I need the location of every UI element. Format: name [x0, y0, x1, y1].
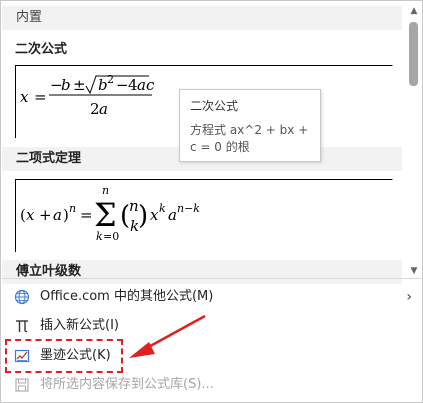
save-gallery-icon [15, 378, 29, 392]
scroll-down-arrow-icon[interactable]: ▼ [406, 264, 422, 278]
formula-title-quadratic: 二次公式 [15, 42, 68, 57]
svg-text:a: a [53, 206, 62, 224]
svg-text:Σ: Σ [94, 196, 117, 234]
svg-text:2: 2 [107, 73, 114, 86]
svg-text:=: = [80, 206, 93, 224]
svg-text:a: a [168, 206, 177, 224]
svg-text:±: ± [73, 76, 86, 94]
svg-text:−: − [116, 76, 129, 94]
svg-text:k: k [96, 230, 103, 243]
svg-text:): ) [63, 206, 69, 224]
scroll-thumb[interactable] [409, 22, 418, 86]
equation-gallery-dropdown: 内置 二次公式 x = − b ± b 2 − 4 ac 2 a 二项式定理 (… [0, 0, 423, 403]
globe-icon [14, 289, 30, 305]
svg-text:b: b [61, 76, 71, 94]
menu-divider [2, 278, 422, 279]
builtin-section-header: 内置 [2, 6, 402, 30]
save-selection-to-gallery: 将所选内容保存到公式库(S)... [2, 370, 422, 400]
svg-text:n: n [69, 202, 76, 215]
tooltip-line-2: c = 0 的根 [190, 140, 250, 154]
svg-text:k: k [159, 202, 166, 215]
svg-text:x: x [26, 206, 35, 224]
insert-new-equation[interactable]: 插入新公式(I) [2, 311, 422, 341]
svg-text:=: = [34, 88, 47, 106]
formula-binomial[interactable]: ( x + a ) n = Σ n k =0 ( n k ) x k a n−k [15, 179, 393, 252]
scroll-up-arrow-icon[interactable]: ▲ [406, 4, 422, 18]
chevron-right-icon: › [406, 289, 412, 305]
tooltip-title: 二次公式 [190, 99, 239, 113]
svg-text:): ) [138, 201, 148, 231]
svg-text:=0: =0 [103, 230, 119, 243]
tooltip-line-1: 方程式 ax^2 + bx + [190, 123, 309, 137]
svg-text:a: a [99, 100, 108, 118]
more-equations-office-com[interactable]: Office.com 中的其他公式(M) › [2, 282, 422, 312]
pi-icon [16, 320, 28, 333]
binomial-formula-render: ( x + a ) n = Σ n k =0 ( n k ) x k a n−k [20, 184, 200, 243]
save-selection-label: 将所选内容保存到公式库(S)... [40, 377, 214, 392]
svg-text:+: + [39, 206, 52, 224]
svg-text:x: x [150, 206, 159, 224]
red-arrow-annotation [129, 314, 206, 358]
insert-new-equation-label: 插入新公式(I) [40, 318, 119, 333]
svg-text:x: x [20, 88, 29, 106]
svg-text:ac: ac [137, 76, 155, 94]
formula-title-fourier: 傅立叶级数 [2, 260, 402, 284]
svg-text:n−k: n−k [177, 202, 200, 215]
svg-text:n: n [102, 184, 109, 197]
formula-tooltip: 二次公式 方程式 ax^2 + bx + c = 0 的根 [179, 89, 321, 162]
gallery-scrollbar[interactable]: ▲ ▼ [406, 2, 422, 278]
svg-text:(: ( [20, 206, 26, 224]
highlight-annotation [5, 339, 123, 373]
